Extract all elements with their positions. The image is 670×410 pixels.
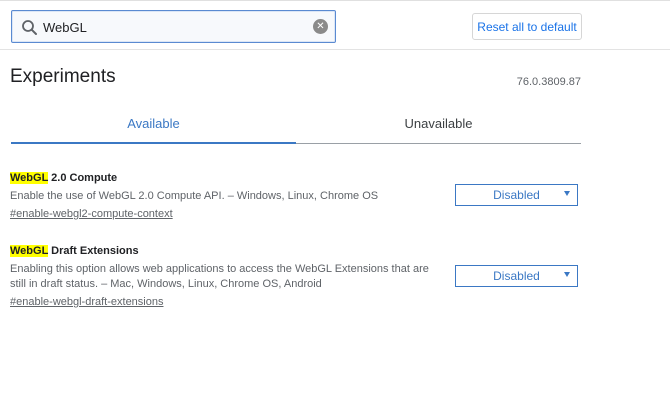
version-label: 76.0.3809.87 <box>516 76 581 88</box>
flags-page: ✕ Reset all to default Experiments 76.0.… <box>0 0 670 410</box>
experiment-state-value: Disabled <box>493 188 540 202</box>
experiment-link[interactable]: #enable-webgl-draft-extensions <box>10 295 163 310</box>
experiment-state-select[interactable]: Disabled <box>455 184 578 206</box>
experiment-title-rest: Draft Extensions <box>48 245 139 257</box>
tab-unavailable[interactable]: Unavailable <box>296 104 581 143</box>
search-highlight: WebGL <box>10 172 49 184</box>
chevron-down-icon <box>564 191 570 196</box>
search-input[interactable] <box>43 17 303 37</box>
tab-indicator <box>11 142 296 144</box>
experiment-description: Enabling this option allows web applicat… <box>10 263 429 290</box>
header: ✕ Reset all to default <box>0 0 670 50</box>
page-title: Experiments <box>10 66 116 87</box>
experiment-state-select[interactable]: Disabled <box>455 265 578 287</box>
experiment-link[interactable]: #enable-webgl2-compute-context <box>10 207 173 222</box>
tab-available[interactable]: Available <box>11 104 296 143</box>
chevron-down-icon <box>564 272 570 277</box>
experiment-title-rest: 2.0 Compute <box>48 172 118 184</box>
reset-all-button[interactable]: Reset all to default <box>472 13 582 40</box>
search-highlight: WebGL <box>10 245 49 257</box>
search-icon <box>22 20 37 35</box>
experiment-webgl2-compute: WebGL 2.0 Compute Enable the use of WebG… <box>10 171 580 222</box>
experiment-webgl-draft-extensions: WebGL Draft Extensions Enabling this opt… <box>10 244 580 310</box>
clear-icon[interactable]: ✕ <box>313 19 328 34</box>
experiment-title: WebGL Draft Extensions <box>10 244 580 259</box>
experiment-state-value: Disabled <box>493 269 540 283</box>
search-box[interactable]: ✕ <box>11 10 336 43</box>
experiment-description: Enable the use of WebGL 2.0 Compute API.… <box>10 190 379 202</box>
tab-bar: Available Unavailable <box>11 104 581 144</box>
